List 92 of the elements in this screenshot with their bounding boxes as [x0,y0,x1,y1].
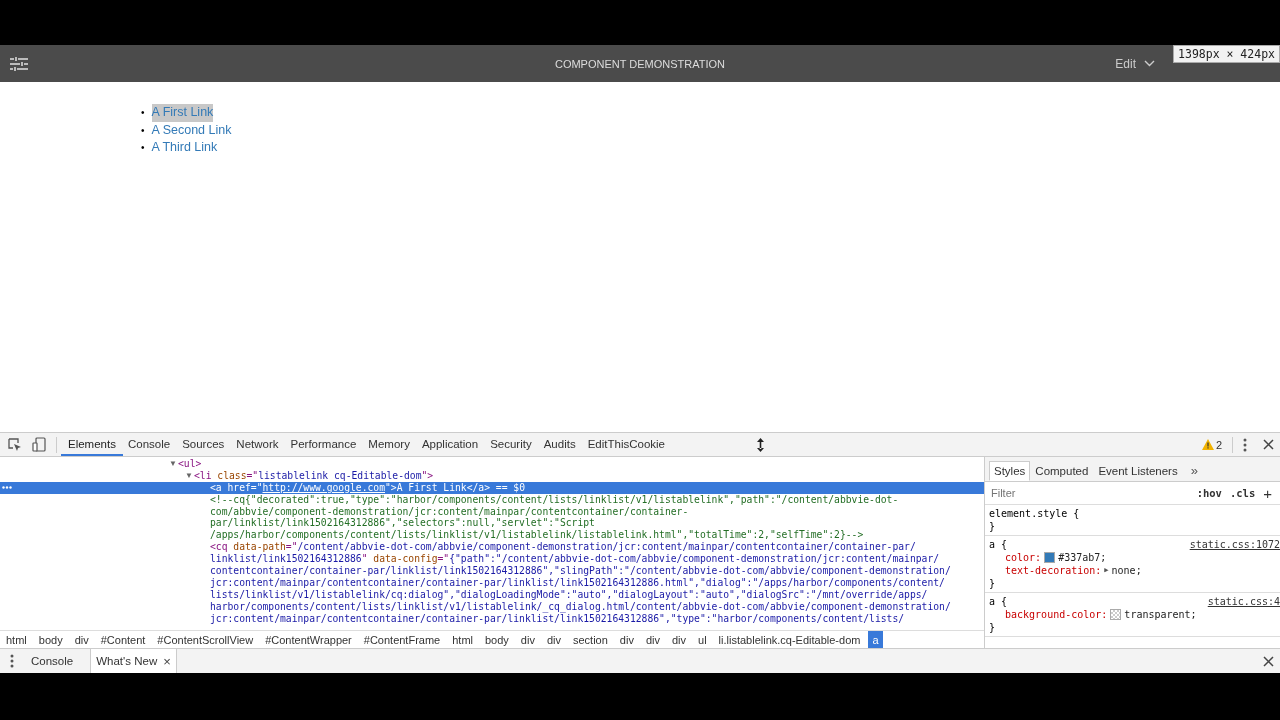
breadcrumb[interactable]: div [615,631,638,648]
css-brace: } [989,621,996,634]
expand-arrow[interactable]: ▼ [185,471,193,481]
devtools-tab[interactable]: Network [229,433,286,456]
breadcrumb[interactable]: #ContentScrollView [153,631,258,648]
drawer-tab-label[interactable]: Console [31,655,74,667]
css-value[interactable]: #337ab7; [1058,551,1107,564]
code-line[interactable]: par/linklist/link1502164312886","selectors":null,"servlet":"Script [210,517,595,530]
devtools-tab[interactable]: Performance [283,433,364,456]
code-line[interactable]: harbor/components/content/lists/linklist/v1/listablelink/_cq_dialog.html/content/abbvie-dot-com/abbvie/component-demonstration/ [210,600,951,613]
warning-count[interactable]: 2 [1215,438,1222,451]
css-brace: } [989,520,996,533]
breadcrumb[interactable]: div [641,631,664,648]
code-line[interactable]: lists/linklist/v1/listablelink/cq:dialog","dialogLoadingMode":"auto","dialogLayout":"auto","dialogSrc":"/mnt/override/apps/ [210,588,928,601]
page-title: COMPONENT DEMONSTRATION [554,57,726,70]
add-rule-button[interactable]: + [1259,484,1276,502]
breadcrumb[interactable]: body [481,631,513,648]
breadcrumb[interactable]: #ContentFrame [359,631,445,648]
code-line[interactable]: <li class="listablelink cq-Editable-dom"> [194,469,434,482]
close-icon[interactable] [1263,655,1274,667]
breadcrumb[interactable]: section [569,631,612,648]
breadcrumb[interactable]: body [34,631,67,648]
breadcrumb[interactable]: a [868,631,883,648]
breadcrumb[interactable]: div [70,631,93,648]
breadcrumb[interactable]: li.listablelink.cq-Editable-dom [714,631,865,648]
breadcrumb[interactable]: #Content [96,631,150,648]
ellipsis-icon[interactable] [2,485,12,489]
code-line[interactable]: <!--cq{"decorated":true,"type":"harbor/components/content/lists/linklist/v1/listablelink","path":"/content/abbvie-dot- [210,493,899,506]
more-menu-icon[interactable] [10,654,14,668]
cls-button[interactable]: .cls [1225,487,1260,499]
breadcrumb[interactable]: div [516,631,539,648]
sliders-icon[interactable] [10,56,28,71]
breadcrumb[interactable]: html [2,631,31,648]
drawer-tab[interactable]: Console [26,649,79,673]
devtools-tab[interactable]: Elements [61,433,123,456]
devtools-tab[interactable]: Memory [361,433,417,456]
code-line[interactable]: linklist/link1502164312886" data-config="{"path":"/content/abbvie-dot-com/abbvie/component-demonstration/jcr:content/mainpar/ [210,553,940,566]
breadcrumb[interactable]: html [448,631,477,648]
bullet: • [141,106,145,120]
breadcrumb[interactable]: ul [694,631,711,648]
devtools-tab[interactable]: Application [414,433,486,456]
css-selector: a { [989,595,1008,608]
close-tab-button[interactable]: × [163,653,171,669]
styles-tab[interactable]: Computed [1030,461,1094,481]
close-icon[interactable] [1263,439,1274,450]
styles-tab[interactable]: Event Listeners [1093,461,1183,481]
more-tabs-button[interactable]: » [1182,460,1206,481]
css-property[interactable]: text-decoration: [1005,564,1102,577]
mode-dropdown[interactable]: Edit [1115,56,1155,71]
chevron-icon [1144,60,1155,67]
css-selector: a { [989,538,1008,551]
link[interactable]: A Second Link [151,121,232,139]
drawer-tab-label[interactable]: What's New [96,655,158,667]
code-line[interactable]: com/abbvie/component-demonstration/jcr:content/mainpar/contentcontainer/container- [210,505,689,518]
css-brace: } [989,577,996,590]
devtools-tab[interactable]: Security [483,433,539,456]
css-value[interactable]: transparent; [1124,608,1197,621]
hov-button[interactable]: :hov [1192,487,1226,499]
expand-arrow[interactable]: ▼ [169,459,177,469]
more-menu-icon[interactable] [1243,437,1247,452]
css-selector: element.style { [989,507,1080,520]
code-line[interactable]: contentcontainer/container-par/linklist/link1502164312886","slingPath":"/content/abbvie-dot-com/abbvie/component-demonstration/ [210,565,951,577]
warning-icon[interactable] [1201,439,1214,450]
code-line[interactable]: <cq data-path="/content/abbvie-dot-com/abbvie/component-demonstration/jcr:content/mainpar/contentcontainer/container-par/ [210,541,916,554]
code-line[interactable]: jcr:content/mainpar/contentcontainer/container-par/linklist/link1502164312886.html","dialog":"/apps/harbor/components/content/ [210,576,945,589]
breadcrumb[interactable]: #ContentWrapper [261,631,356,648]
inspect-icon[interactable] [8,437,22,452]
filter-field[interactable]: Filter [989,486,1193,500]
breadcrumb[interactable]: div [542,631,565,648]
source-link[interactable]: static.css:1072 [1189,538,1280,551]
size-tooltip: 1398px × 424px [1173,45,1280,63]
devtools-tab[interactable]: Console [120,433,178,456]
drawer-tab[interactable]: What's New × [90,649,177,673]
color-swatch[interactable] [1044,552,1056,563]
styles-tab[interactable]: Styles [989,461,1031,481]
devtools-tab[interactable]: Audits [536,433,583,456]
bullet: • [141,123,145,138]
source-link[interactable]: static.css:4 [1207,595,1280,608]
css-value[interactable]: none; [1111,564,1142,577]
devtools-tab[interactable]: Sources [175,433,232,456]
color-swatch[interactable] [1110,609,1122,620]
code-line[interactable]: jcr:content/mainpar/contentcontainer/container-par/linklist/link1502164312886","type":"harbor/components/content/lists/ [210,612,905,625]
css-property[interactable]: color: [1005,551,1042,564]
bullet: • [141,141,145,155]
css-property[interactable]: background-color: [1005,608,1108,621]
resize-cursor-icon [756,437,765,452]
device-icon[interactable] [32,437,46,452]
code-line[interactable]: /apps/harbor/components/content/lists/linklist/v1/listablelink/listablelink.html","totalTime":2,"selfTime":2}--> [210,529,864,542]
breadcrumb[interactable]: div [667,631,691,648]
code-line[interactable]: <ul> [178,458,202,470]
devtools-tab[interactable]: EditThisCookie [580,433,672,456]
link[interactable]: A Third Link [151,139,218,157]
